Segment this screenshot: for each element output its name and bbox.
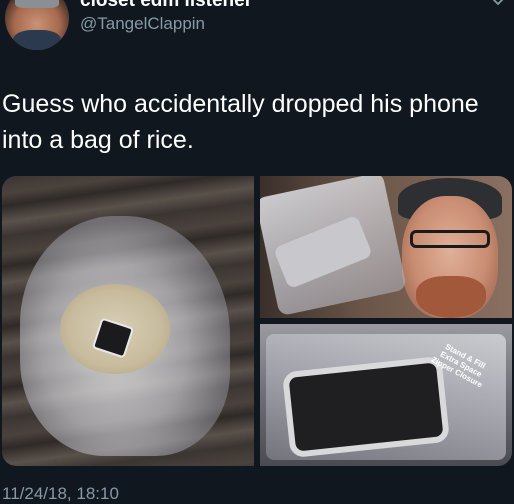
avatar-hat [15, 0, 59, 8]
photo-man-holding-bag[interactable] [260, 176, 512, 318]
tweet-timestamp[interactable]: 11/24/18, 18:10 [2, 484, 119, 504]
photo-rice-bag[interactable] [2, 176, 254, 466]
photo-phone-in-ziplock[interactable]: Stand & Fill Extra Space Zipper Closure [260, 324, 512, 466]
beard [416, 276, 486, 318]
user-handle[interactable]: @TangelClappin [80, 14, 205, 34]
tweet-header: closet edm listener @TangelClappin [0, 0, 514, 60]
tweet-media: Stand & Fill Extra Space Zipper Closure [2, 176, 512, 466]
tweet-text: Guess who accidentally dropped his phone… [2, 90, 479, 154]
glasses [410, 230, 490, 248]
display-name[interactable]: closet edm listener [80, 0, 252, 12]
avatar[interactable] [5, 0, 69, 50]
chevron-down-icon[interactable] [490, 0, 506, 10]
avatar-shirt [13, 30, 61, 50]
